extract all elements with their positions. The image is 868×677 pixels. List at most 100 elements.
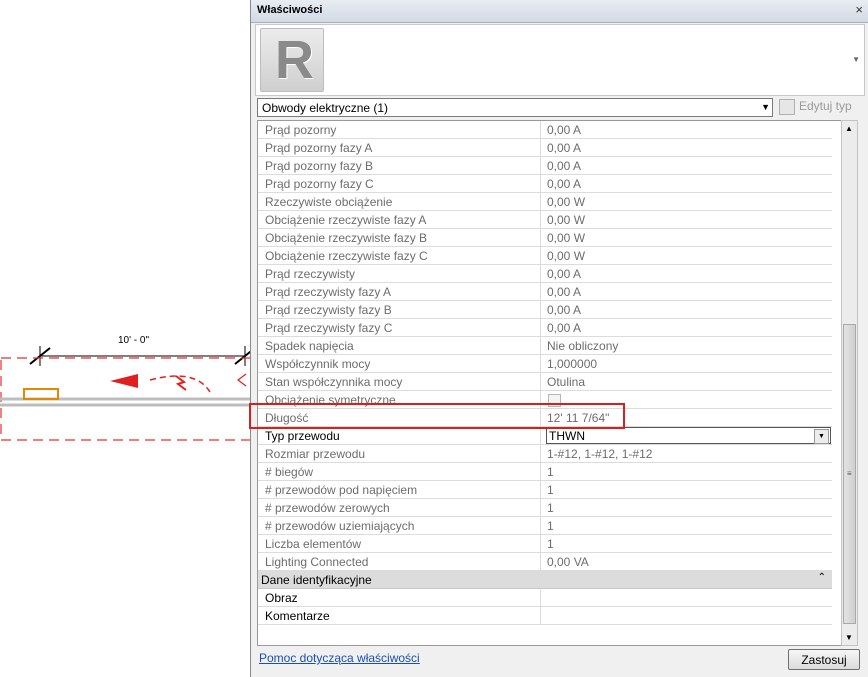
revit-logo: R bbox=[260, 28, 324, 92]
close-icon[interactable]: × bbox=[855, 2, 863, 17]
property-row[interactable]: # przewodów uziemiających 1 bbox=[258, 517, 832, 535]
property-row[interactable]: Rozmiar przewodu 1-#12, 1-#12, 1-#12 bbox=[258, 445, 832, 463]
column-divider bbox=[540, 283, 541, 301]
property-value: 0,00 VA bbox=[547, 555, 589, 569]
property-row[interactable]: Prąd pozorny fazy C 0,00 A bbox=[258, 175, 832, 193]
property-row[interactable]: Prąd pozorny 0,00 A bbox=[258, 121, 832, 139]
property-row[interactable]: Stan współczynnika mocy Otulina bbox=[258, 373, 832, 391]
property-value: 0,00 A bbox=[547, 303, 582, 317]
property-row[interactable]: # przewodów pod napięciem 1 bbox=[258, 481, 832, 499]
property-row[interactable]: Obciążenie rzeczywiste fazy A 0,00 W bbox=[258, 211, 832, 229]
chevron-down-icon[interactable]: ▼ bbox=[761, 102, 770, 112]
column-divider bbox=[540, 265, 541, 283]
property-name: Prąd pozorny fazy B bbox=[265, 159, 374, 173]
property-row[interactable]: Obciążenie rzeczywiste fazy C 0,00 W bbox=[258, 247, 832, 265]
column-divider bbox=[540, 553, 541, 571]
property-value: 1-#12, 1-#12, 1-#12 bbox=[547, 447, 653, 461]
property-value: 0,00 A bbox=[547, 141, 582, 155]
column-divider bbox=[540, 211, 541, 229]
column-divider bbox=[540, 121, 541, 139]
type-selector-dropdown[interactable]: Obwody elektryczne (1) ▼ bbox=[257, 98, 773, 117]
property-row[interactable]: Prąd pozorny fazy A 0,00 A bbox=[258, 139, 832, 157]
apply-button[interactable]: Zastosuj bbox=[788, 649, 860, 670]
property-row[interactable]: # przewodów zerowych 1 bbox=[258, 499, 832, 517]
column-divider bbox=[540, 319, 541, 337]
column-divider bbox=[540, 445, 541, 463]
property-row[interactable]: Lighting Connected 0,00 VA bbox=[258, 553, 832, 571]
property-name: Prąd rzeczywisty bbox=[265, 267, 356, 281]
scroll-thumb[interactable]: ≡ bbox=[843, 324, 856, 624]
panel-title: Właściwości bbox=[257, 4, 323, 16]
expand-arrow-icon[interactable]: ▼ bbox=[852, 55, 860, 64]
property-row[interactable]: Rzeczywiste obciążenie 0,00 W bbox=[258, 193, 832, 211]
property-row[interactable]: Prąd rzeczywisty fazy C 0,00 A bbox=[258, 319, 832, 337]
property-row[interactable]: Prąd pozorny fazy B 0,00 A bbox=[258, 157, 832, 175]
property-row[interactable]: Współczynnik mocy 1,000000 bbox=[258, 355, 832, 373]
property-value: 0,00 W bbox=[547, 213, 586, 227]
property-value: 1 bbox=[547, 483, 554, 497]
column-divider bbox=[540, 355, 541, 373]
property-value: 0,00 A bbox=[547, 267, 582, 281]
property-value: 0,00 W bbox=[547, 249, 586, 263]
property-name: Prąd rzeczywisty fazy A bbox=[265, 285, 392, 299]
property-name: Prąd rzeczywisty fazy C bbox=[265, 321, 393, 335]
property-row[interactable]: Prąd rzeczywisty fazy B 0,00 A bbox=[258, 301, 832, 319]
property-row[interactable]: Typ przewodu THWN ▼ bbox=[258, 427, 832, 445]
property-name: # przewodów zerowych bbox=[265, 501, 390, 515]
edit-type-label: Edytuj typ bbox=[799, 99, 852, 114]
property-value: 1 bbox=[547, 465, 554, 479]
type-selector-value: Obwody elektryczne (1) bbox=[262, 101, 389, 115]
column-divider bbox=[540, 175, 541, 193]
edit-type-icon bbox=[779, 99, 795, 115]
property-value: 1 bbox=[547, 519, 554, 533]
property-row[interactable]: Prąd rzeczywisty fazy A 0,00 A bbox=[258, 283, 832, 301]
column-divider bbox=[540, 535, 541, 553]
group-title: Dane identyfikacyjne bbox=[261, 573, 372, 587]
drawing-canvas[interactable]: 10' - 0" bbox=[0, 0, 250, 677]
property-value: 0,00 A bbox=[547, 321, 582, 335]
panel-titlebar[interactable]: Właściwości × bbox=[251, 0, 868, 23]
property-name: Obciążenie rzeczywiste fazy C bbox=[265, 249, 428, 263]
length-highlight-box bbox=[249, 403, 625, 429]
wire-type-select[interactable]: THWN ▼ bbox=[546, 427, 831, 444]
property-row[interactable]: Komentarze bbox=[258, 607, 832, 625]
grid-scrollbar[interactable]: ▲ ≡ ▼ bbox=[841, 120, 858, 646]
property-name: Typ przewodu bbox=[265, 429, 340, 443]
type-preview: R ▼ bbox=[255, 24, 865, 96]
column-divider bbox=[540, 157, 541, 175]
property-name: # przewodów pod napięciem bbox=[265, 483, 418, 497]
property-name: Liczba elementów bbox=[265, 537, 362, 551]
scroll-up-icon[interactable]: ▲ bbox=[845, 124, 853, 133]
property-name: Spadek napięcia bbox=[265, 339, 354, 353]
help-link[interactable]: Pomoc dotycząca właściwości bbox=[259, 651, 420, 665]
property-row[interactable]: Spadek napięcia Nie obliczony bbox=[258, 337, 832, 355]
property-value: 0,00 A bbox=[547, 123, 582, 137]
grip-icon: ≡ bbox=[847, 469, 852, 478]
property-value: 1,000000 bbox=[547, 357, 598, 371]
property-name: Obciążenie rzeczywiste fazy B bbox=[265, 231, 428, 245]
properties-grid: Prąd pozorny 0,00 A Prąd pozorny fazy A 0,0… bbox=[257, 120, 847, 646]
property-name: Obraz bbox=[265, 591, 298, 605]
collapse-icon[interactable]: ⌃ bbox=[818, 572, 826, 583]
scroll-down-icon[interactable]: ▼ bbox=[845, 633, 853, 642]
property-value: Nie obliczony bbox=[547, 339, 619, 353]
property-value: 1 bbox=[547, 501, 554, 515]
group-header[interactable]: Dane identyfikacyjne ⌃ bbox=[258, 571, 832, 589]
property-row[interactable]: Prąd rzeczywisty 0,00 A bbox=[258, 265, 832, 283]
chevron-down-icon[interactable]: ▼ bbox=[814, 429, 829, 444]
property-name: Prąd pozorny bbox=[265, 123, 337, 137]
property-name: Prąd pozorny fazy C bbox=[265, 177, 374, 191]
property-row[interactable]: Liczba elementów 1 bbox=[258, 535, 832, 553]
property-name: Rozmiar przewodu bbox=[265, 447, 366, 461]
property-value: 0,00 A bbox=[547, 285, 582, 299]
property-row[interactable]: Obraz bbox=[258, 589, 832, 607]
property-value: 0,00 A bbox=[547, 177, 582, 191]
column-divider bbox=[540, 247, 541, 265]
property-value: 0,00 A bbox=[547, 159, 582, 173]
property-row[interactable]: # biegów 1 bbox=[258, 463, 832, 481]
column-divider bbox=[540, 193, 541, 211]
property-value: 0,00 W bbox=[547, 231, 586, 245]
edit-type-button[interactable]: Edytuj typ bbox=[779, 99, 852, 115]
column-divider bbox=[540, 373, 541, 391]
property-row[interactable]: Obciążenie rzeczywiste fazy B 0,00 W bbox=[258, 229, 832, 247]
